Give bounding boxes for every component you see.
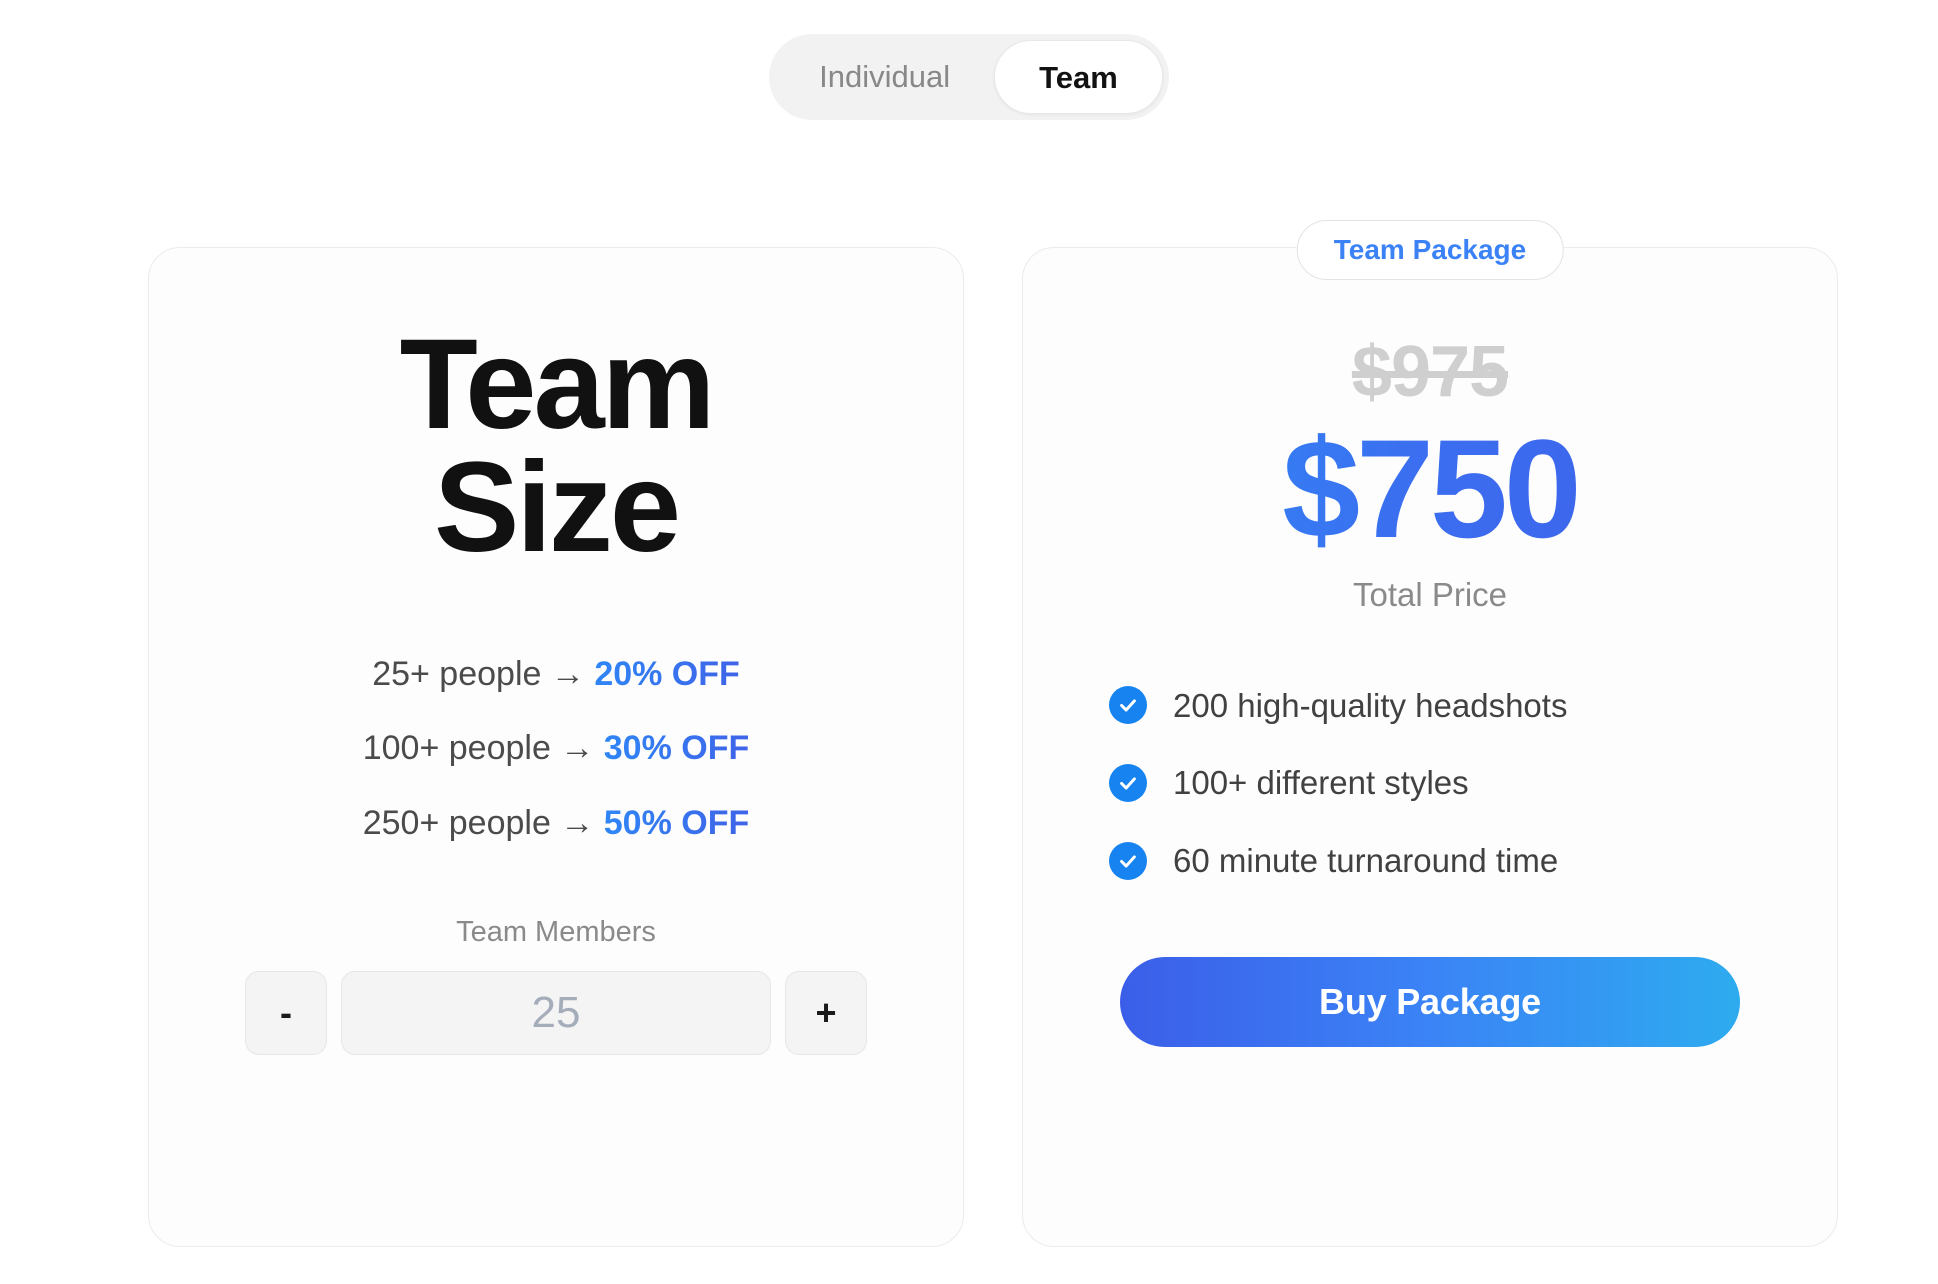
discount-tier-2: 100+ people → 30% OFF — [197, 729, 915, 768]
feature-list: 200 high-quality headshots 100+ differen… — [1085, 686, 1775, 881]
tier-1-people: 25+ people → — [372, 654, 595, 693]
team-size-card-body: Team Size 25+ people → 20% OFF 100+ peop… — [149, 248, 963, 1055]
pricing-cards: Team Size 25+ people → 20% OFF 100+ peop… — [148, 220, 1838, 1247]
title-line-2: Size — [433, 435, 681, 579]
discount-tier-1: 25+ people → 20% OFF — [197, 654, 915, 693]
tab-individual[interactable]: Individual — [775, 40, 994, 114]
original-price: $975 — [1351, 332, 1509, 412]
feature-label: 200 high-quality headshots — [1173, 686, 1568, 724]
feature-label: 60 minute turnaround time — [1173, 841, 1559, 879]
increment-button[interactable]: + — [785, 970, 867, 1055]
team-members-stepper: - + — [197, 970, 915, 1055]
team-package-card: Team Package $975 $750 Total Price 200 h… — [1022, 220, 1838, 1247]
buy-package-button[interactable]: Buy Package — [1120, 957, 1740, 1048]
check-circle-icon — [1109, 841, 1147, 880]
check-circle-icon — [1109, 763, 1147, 802]
decrement-button[interactable]: - — [245, 970, 327, 1055]
discount-tier-list: 25+ people → 20% OFF 100+ people → 30% O… — [197, 654, 915, 842]
discount-tier-3: 250+ people → 50% OFF — [197, 803, 915, 842]
team-size-card: Team Size 25+ people → 20% OFF 100+ peop… — [148, 247, 964, 1247]
plan-type-toggle-container: Individual Team — [0, 34, 1938, 120]
team-members-input[interactable] — [341, 970, 771, 1055]
team-members-label: Team Members — [456, 915, 656, 948]
tier-3-people: 250+ people → — [362, 803, 604, 842]
tier-2-discount: 30% OFF — [603, 729, 750, 768]
discounted-price: $750 — [1085, 416, 1775, 562]
tier-2-people: 100+ people → — [362, 729, 604, 768]
total-price-label: Total Price — [1352, 575, 1508, 613]
check-circle-icon — [1109, 686, 1147, 725]
plan-type-toggle[interactable]: Individual Team — [769, 34, 1169, 120]
list-item: 200 high-quality headshots — [1109, 686, 1775, 726]
feature-label: 100+ different styles — [1173, 764, 1469, 802]
pricing-page: Individual Team Team Size 25+ people → 2… — [0, 0, 1938, 1284]
tier-3-discount: 50% OFF — [603, 803, 750, 842]
status-badge: Team Package — [1296, 220, 1564, 280]
title-line-1: Team — [399, 313, 716, 456]
tab-team[interactable]: Team — [994, 40, 1163, 114]
page-title: Team Size — [197, 313, 915, 579]
tier-1-discount: 20% OFF — [594, 654, 740, 693]
list-item: 60 minute turnaround time — [1109, 841, 1775, 881]
team-package-card-body: $975 $750 Total Price 200 high-quality h… — [1023, 248, 1837, 1048]
list-item: 100+ different styles — [1109, 763, 1775, 803]
